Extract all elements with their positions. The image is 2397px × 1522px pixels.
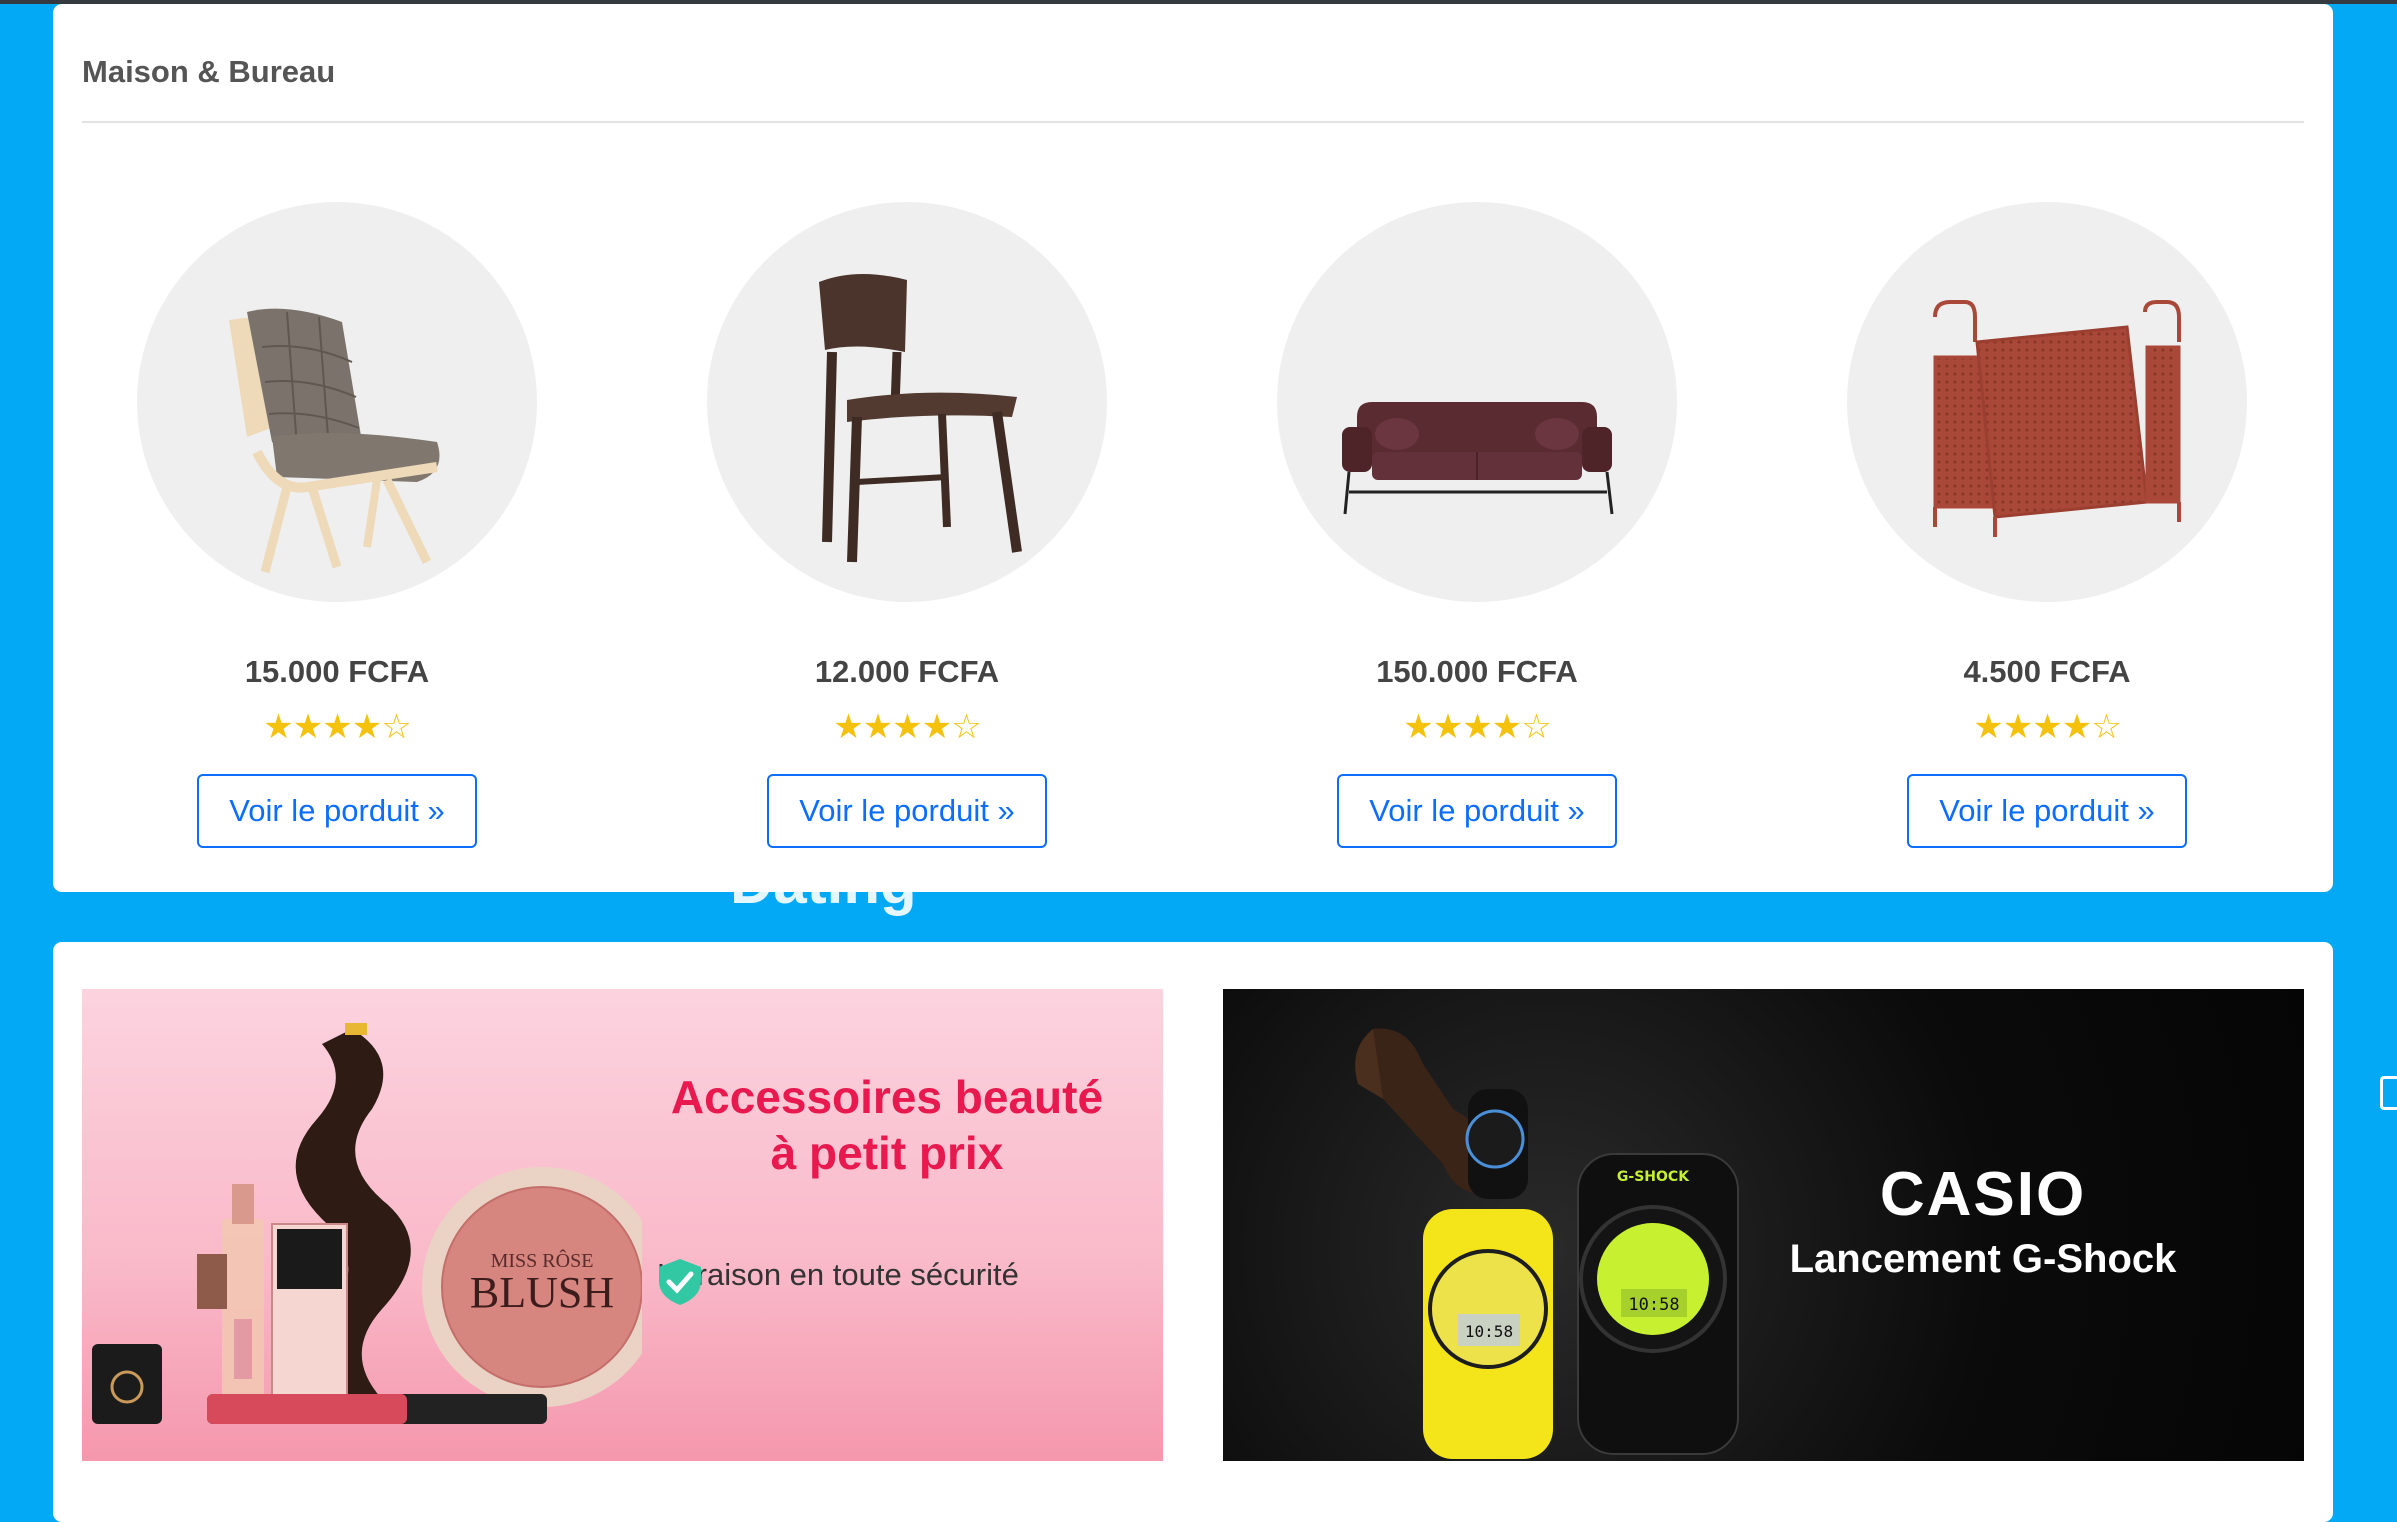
magazine-rack-icon [1933,300,2181,537]
sofa-icon [1342,402,1614,515]
casio-logo: CASIO [1879,1160,2087,1229]
casio-gshock-banner[interactable]: 10:58 G-SHOCK 10:58 CASIO Lancement G-Sh… [1223,989,2304,1461]
product-card-magazine-rack: 4.500 FCFA ★★★★☆ Voir le porduit » [1847,202,2247,852]
rating-stars: ★★★★☆ [1403,707,1551,747]
product-image-armchair[interactable] [137,202,537,602]
beauty-headline-2: à petit prix [770,1127,1004,1179]
black-watch-display: 10:58 [1628,1295,1679,1315]
view-product-button[interactable]: Voir le porduit » [197,774,477,848]
product-card-wooden-chair: 12.000 FCFA ★★★★☆ Voir le porduit » [707,202,1107,852]
section-divider [82,121,2304,123]
product-price: 15.000 FCFA [244,654,430,689]
gshock-watches-illustration: 10:58 G-SHOCK 10:58 [1355,1028,1739,1459]
product-price: 12.000 FCFA [814,654,1000,689]
product-image-magazine-rack[interactable] [1847,202,2247,602]
shield-check-icon [659,1259,701,1305]
view-product-button[interactable]: Voir le porduit » [1337,774,1617,848]
beauty-accessories-banner[interactable]: MISS RÔSE BLUSH Accessoires beauté à pet… [82,989,1163,1461]
rating-stars: ★★★★☆ [833,707,981,747]
rating-stars: ★★★★☆ [1973,707,2121,747]
product-card-armchair: 15.000 FCFA ★★★★☆ Voir le porduit » [137,202,537,852]
product-image-sofa[interactable] [1277,202,1677,602]
view-product-button[interactable]: Voir le porduit » [767,774,1047,848]
product-image-wooden-chair[interactable] [707,202,1107,602]
black-watch-brand: G-SHOCK [1617,1169,1690,1185]
section-title: Maison & Bureau [82,54,336,89]
compact-product-text: BLUSH [470,1268,614,1317]
product-card-sofa: 150.000 FCFA ★★★★☆ Voir le porduit » [1277,202,1677,852]
view-product-button[interactable]: Voir le porduit » [1907,774,2187,848]
beauty-products-illustration: MISS RÔSE BLUSH [92,1023,642,1424]
rating-stars: ★★★★☆ [263,707,411,747]
side-panel-tab-icon[interactable] [2380,1076,2397,1110]
yellow-watch-display: 10:58 [1465,1322,1513,1341]
chair-icon [819,273,1022,563]
products-card: Maison & Bureau 15.000 FCFA ★★★★☆ Voir l… [53,4,2333,892]
armchair-icon [229,308,440,574]
banners-card: MISS RÔSE BLUSH Accessoires beauté à pet… [53,942,2333,1522]
beauty-headline: Accessoires beauté [670,1071,1104,1123]
casio-subline: Lancement G-Shock [1789,1237,2177,1281]
beauty-delivery-text: Livraison en toute sécurité [657,1257,1019,1292]
product-price: 150.000 FCFA [1376,654,1578,689]
product-price: 4.500 FCFA [1963,654,2131,689]
beauty-delivery-line: Livraison en toute sécurité [657,1257,1019,1305]
